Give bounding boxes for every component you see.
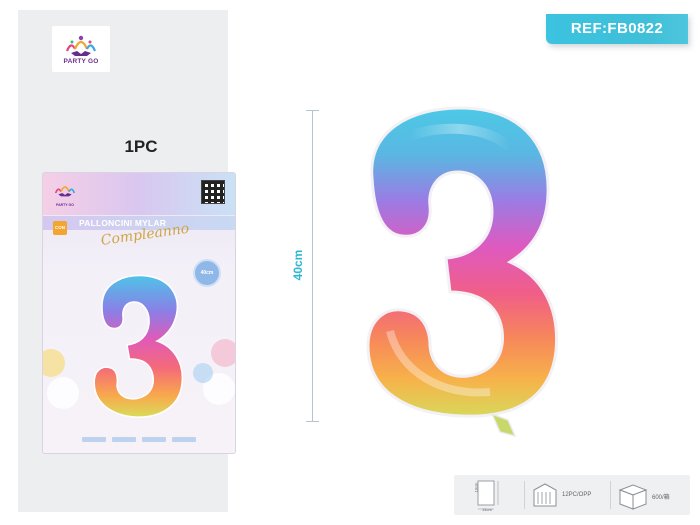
divider — [524, 481, 525, 509]
con-badge: CON — [53, 221, 67, 235]
package-size-badge: 40cm — [193, 259, 221, 287]
opp-bag-icon — [533, 483, 557, 507]
package-balloon-3 — [93, 274, 184, 418]
measure-tick-top — [306, 110, 319, 111]
pack-label: 12PC/OPP — [562, 492, 592, 498]
qr-code-icon — [201, 180, 225, 204]
bag-size-cell: 19cm 14cm — [454, 475, 524, 515]
package-brand-icon — [54, 186, 76, 197]
ref-badge: REF:FB0822 — [546, 14, 688, 44]
bag-width-label: 14cm — [482, 507, 492, 512]
carton-label: 600/箱 — [652, 495, 670, 501]
package-logo: PARTY GO — [51, 181, 79, 207]
measure-tick-bottom — [306, 421, 319, 422]
measure-line — [312, 110, 313, 421]
package-image: PARTY GO PALLONCINI MYLAR CON Compleanno… — [42, 172, 236, 454]
bag-height-label: 19cm — [473, 482, 479, 493]
brand-logo-icon — [65, 35, 97, 56]
package-footer — [43, 429, 235, 449]
brand-logo: PARTY GO — [52, 26, 110, 72]
divider — [610, 481, 611, 509]
package-panel: PARTY GO 1PC PARTY GO PALLONCINI MYLAR C… — [18, 10, 236, 512]
carton-cell: 600/箱 — [612, 475, 690, 515]
measure-label: 40cm — [291, 249, 305, 281]
pack-cell: 12PC/OPP — [526, 475, 608, 515]
quantity-label: 1PC — [124, 137, 158, 156]
brand-name: PARTY GO — [63, 58, 99, 65]
balloon-digit-3 — [366, 106, 559, 438]
carton-box-icon — [618, 484, 648, 510]
spec-info-strip: 19cm 14cm 12PC/OPP 600/箱 — [454, 475, 690, 515]
package-brand-name: PARTY GO — [56, 203, 74, 207]
